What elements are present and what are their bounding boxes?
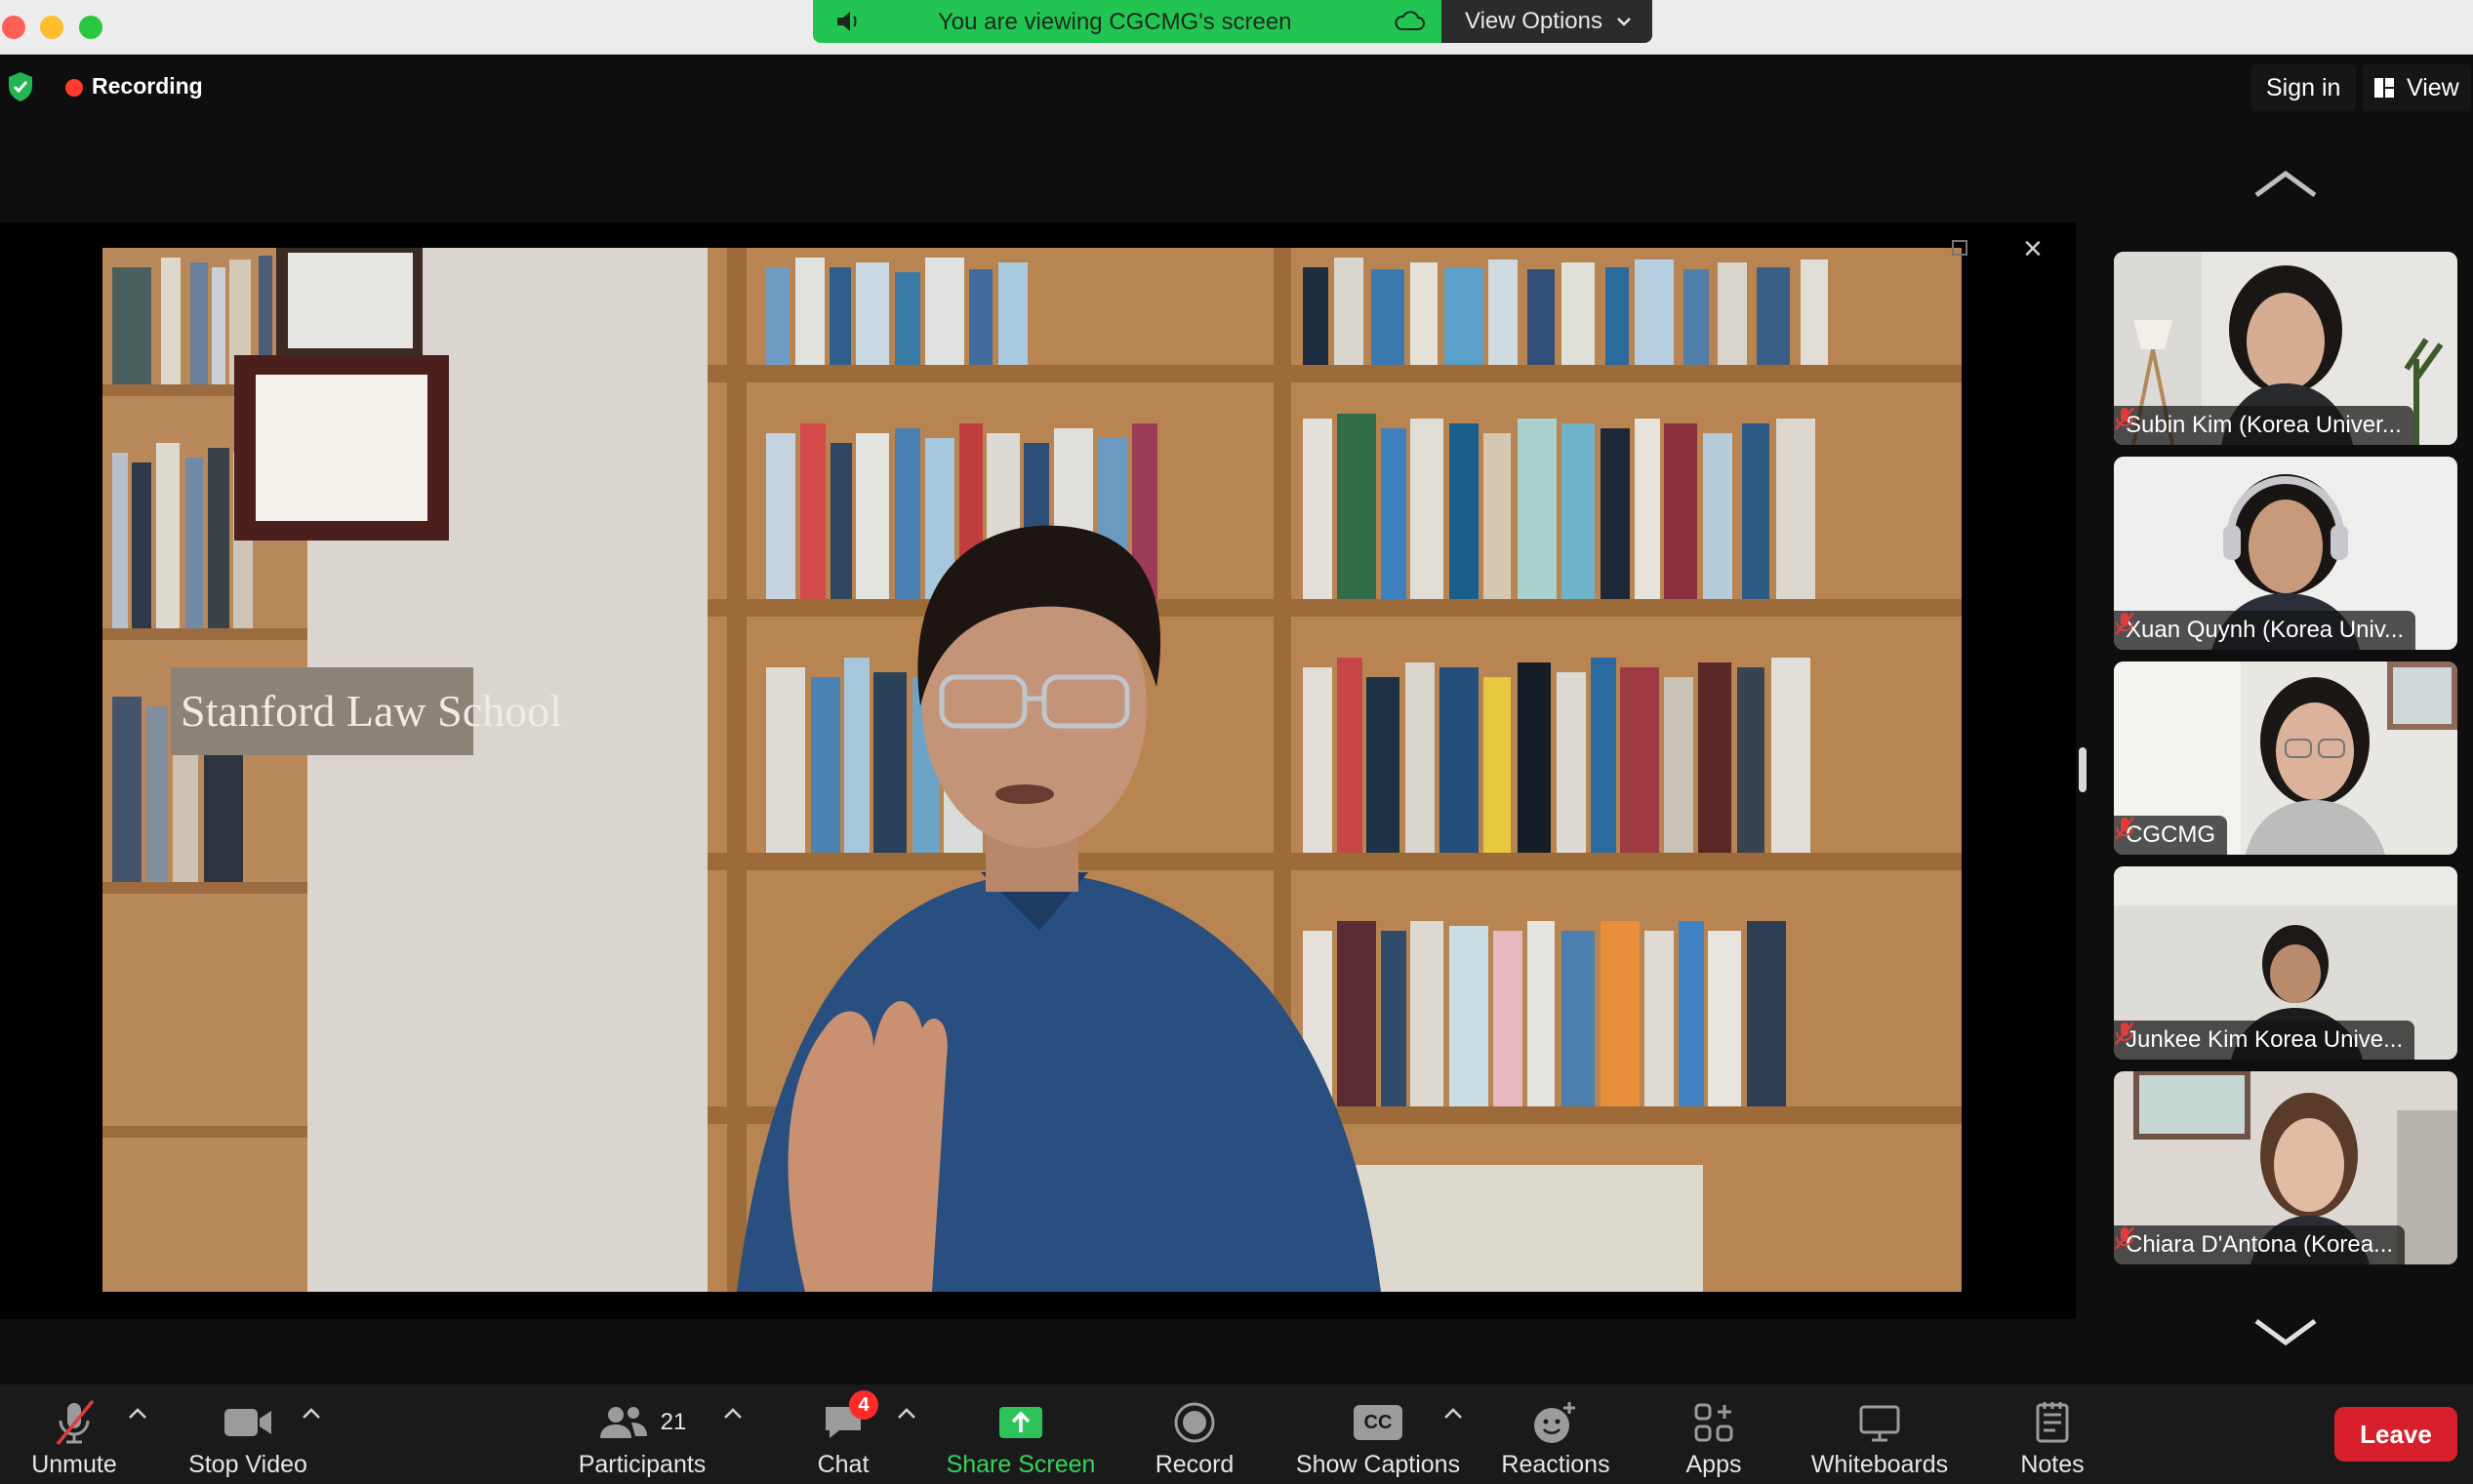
participant-tile[interactable]: Chiara D'Antona (Korea...	[2114, 1071, 2457, 1264]
record-icon	[1174, 1402, 1215, 1443]
video-options-caret-icon[interactable]	[301, 1406, 322, 1422]
whiteboards-button[interactable]: Whiteboards	[1782, 1394, 1977, 1479]
view-button-label: View	[2407, 74, 2459, 101]
participant-tile[interactable]: Subin Kim (Korea Univer...	[2114, 252, 2457, 445]
share-screen-label: Share Screen	[946, 1451, 1096, 1478]
speaker-video-image: Stanford Law School	[102, 248, 1962, 1292]
share-screen-icon	[999, 1407, 1042, 1438]
sign-in-button[interactable]: Sign in	[2250, 64, 2357, 111]
muted-mic-icon	[2115, 1022, 2134, 1045]
muted-mic-icon	[2115, 612, 2134, 635]
muted-mic-icon	[2115, 817, 2134, 840]
stanford-sign-text: Stanford Law School	[181, 686, 562, 736]
participant-name: Subin Kim (Korea Univer...	[2126, 412, 2402, 438]
participant-name-tag: Junkee Kim Korea Unive...	[2114, 1021, 2415, 1060]
whiteboards-label: Whiteboards	[1810, 1451, 1949, 1478]
muted-microphone-icon	[56, 1399, 95, 1446]
notes-icon	[2036, 1402, 2069, 1443]
participants-options-caret-icon[interactable]	[722, 1406, 744, 1422]
participant-tile[interactable]: Xuan Quynh (Korea Univ...	[2114, 457, 2457, 650]
video-camera-icon	[224, 1409, 271, 1436]
closed-captions-icon: CC	[1354, 1405, 1402, 1440]
close-window-button[interactable]	[2, 16, 25, 39]
unmute-label: Unmute	[31, 1451, 117, 1478]
muted-mic-icon	[2115, 407, 2134, 430]
chevron-down-icon[interactable]	[2250, 1315, 2321, 1350]
notes-button[interactable]: Notes	[1955, 1394, 2150, 1479]
speaker-icon	[837, 12, 857, 31]
participant-tile[interactable]: Junkee Kim Korea Unive...	[2114, 866, 2457, 1060]
participant-name: CGCMG	[2126, 822, 2215, 848]
participants-icon	[599, 1407, 647, 1438]
chevron-up-icon[interactable]	[2250, 166, 2321, 201]
chat-unread-badge: 4	[849, 1390, 878, 1420]
participants-button[interactable]: 21 Participants	[545, 1394, 740, 1479]
audio-options-caret-icon[interactable]	[127, 1406, 148, 1422]
participant-name-tag: Subin Kim (Korea Univer...	[2114, 406, 2413, 445]
chat-label: Chat	[817, 1451, 870, 1478]
participant-name: Chiara D'Antona (Korea...	[2126, 1231, 2394, 1258]
participant-name: Xuan Quynh (Korea Univ...	[2126, 617, 2405, 643]
apps-label: Apps	[1685, 1451, 1742, 1478]
view-options-label: View Options	[1465, 8, 1602, 34]
share-screen-button[interactable]: Share Screen	[923, 1394, 1118, 1479]
share-status-text: You are viewing CGCMG's screen	[938, 9, 1292, 35]
share-status: You are viewing CGCMG's screen	[813, 0, 1441, 43]
record-label: Record	[1155, 1451, 1235, 1478]
view-options-button[interactable]: View Options	[1441, 0, 1652, 43]
shared-screen-video: Stanford Law School	[102, 248, 1962, 1292]
participant-name-tag: CGCMG	[2114, 816, 2227, 855]
participants-count: 21	[660, 1409, 687, 1435]
notes-label: Notes	[2020, 1451, 2085, 1478]
participants-label: Participants	[578, 1451, 707, 1478]
reactions-icon	[1534, 1402, 1575, 1443]
show-captions-label: Show Captions	[1295, 1451, 1461, 1478]
screen-share-banner: You are viewing CGCMG's screen View Opti…	[813, 0, 1652, 43]
leave-button[interactable]: Leave	[2334, 1407, 2457, 1462]
cloud-icon	[1395, 11, 1425, 30]
popout-icon[interactable]	[1952, 240, 1967, 256]
close-icon[interactable]: ×	[2023, 232, 2043, 265]
zoom-window-button[interactable]	[79, 16, 102, 39]
participant-name: Junkee Kim Korea Unive...	[2126, 1026, 2404, 1053]
record-button[interactable]: Record	[1097, 1394, 1292, 1479]
view-button[interactable]: View	[2362, 64, 2471, 111]
participant-name-tag: Xuan Quynh (Korea Univ...	[2114, 611, 2416, 650]
stop-video-label: Stop Video	[188, 1451, 307, 1478]
apps-icon	[1694, 1403, 1733, 1442]
security-shield-icon[interactable]	[6, 71, 35, 102]
grid-layout-icon	[2374, 78, 2394, 98]
recording-indicator-icon	[65, 79, 83, 97]
chevron-down-icon	[1617, 18, 1631, 26]
panel-resize-handle[interactable]	[2079, 747, 2087, 792]
recording-label[interactable]: Recording	[92, 73, 203, 100]
reactions-label: Reactions	[1501, 1451, 1610, 1478]
meeting-toolbar: Unmute Stop Video 21 Participants 4 Chat…	[0, 1384, 2473, 1484]
chat-options-caret-icon[interactable]	[896, 1406, 917, 1422]
whiteboard-icon	[1859, 1405, 1900, 1442]
participant-name-tag: Chiara D'Antona (Korea...	[2114, 1225, 2406, 1264]
muted-mic-icon	[2115, 1226, 2134, 1250]
participant-tile-active-speaker[interactable]: CGCMG	[2114, 662, 2457, 855]
minimize-window-button[interactable]	[40, 16, 63, 39]
